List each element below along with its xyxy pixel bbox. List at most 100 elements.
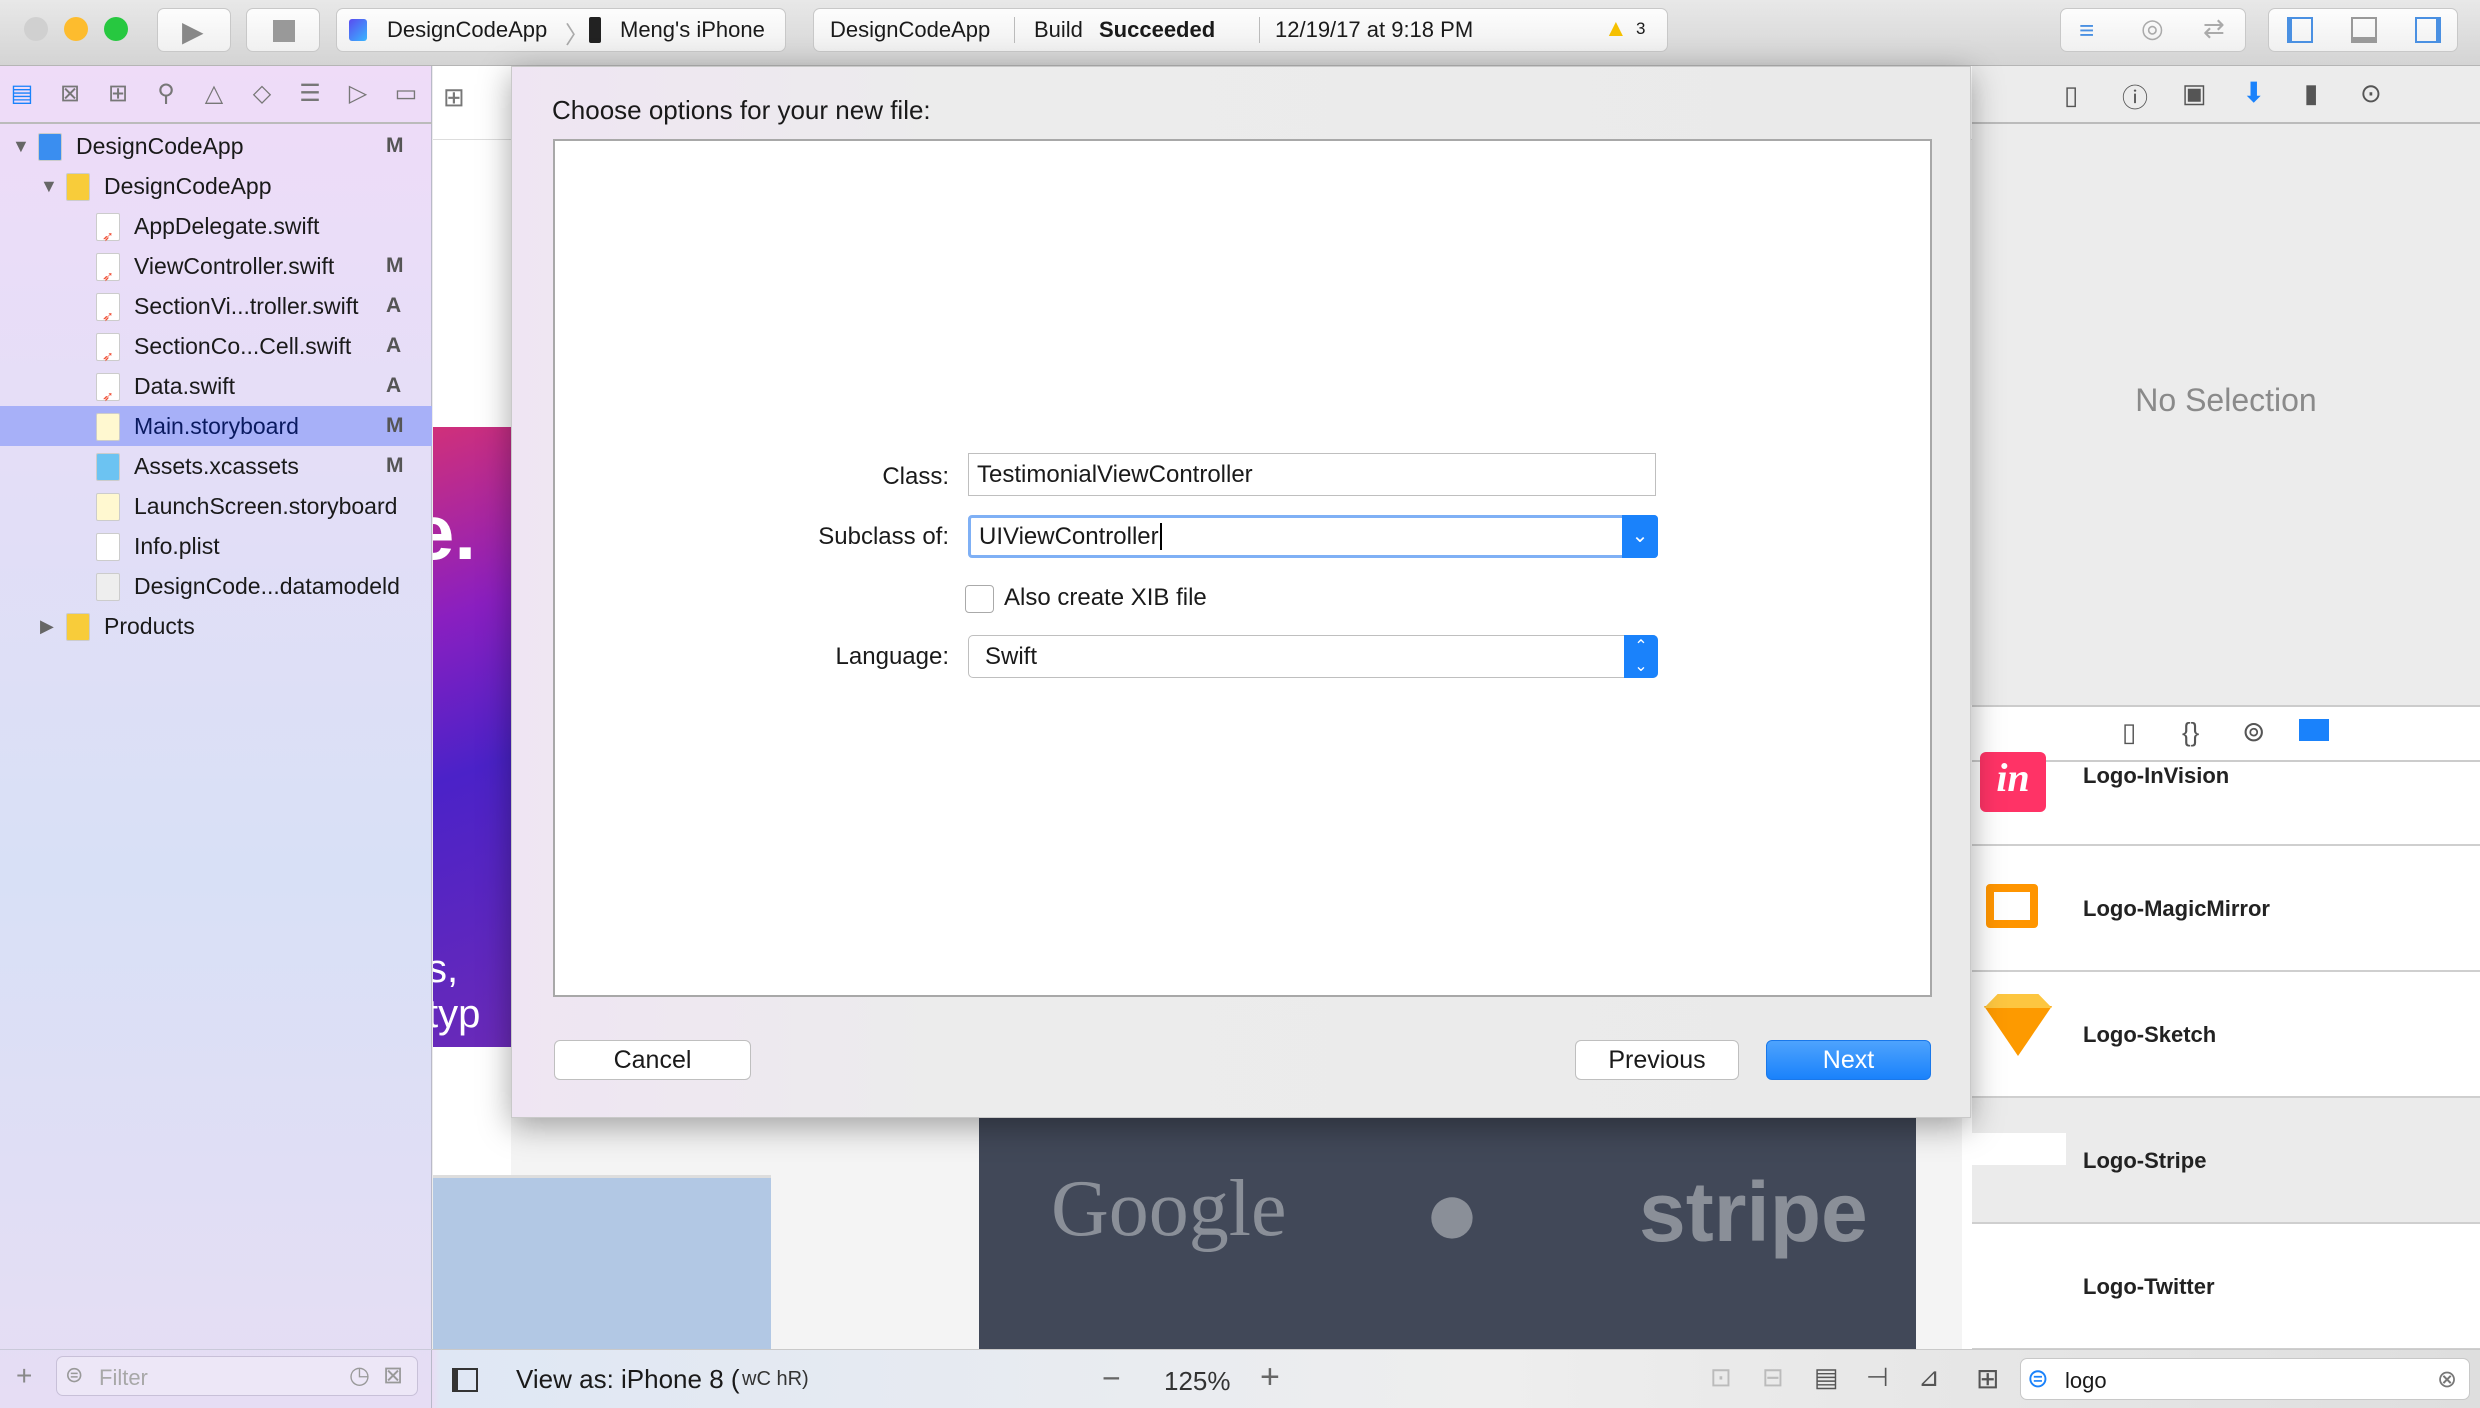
navigator-item[interactable]: ➶ ViewController.swift M	[0, 246, 432, 286]
create-xib-label[interactable]: Also create XIB file	[1004, 584, 1207, 612]
navigator-item[interactable]: Info.plist	[0, 526, 432, 566]
debug-toggle-icon[interactable]	[2351, 17, 2377, 43]
previous-button[interactable]: Previous	[1575, 1040, 1739, 1080]
navigator-item[interactable]: ▼ DesignCodeApp	[0, 166, 432, 206]
warning-icon[interactable]: △	[200, 80, 228, 108]
debug-icon[interactable]: ☰	[296, 80, 324, 108]
code-snippet-icon[interactable]: {}	[2182, 717, 2199, 748]
language-popup[interactable]: Swift ⌃ ⌄	[968, 635, 1658, 678]
close-window-button[interactable]	[24, 17, 48, 41]
library-item[interactable]: Logo-Stripe	[1972, 1098, 2480, 1224]
source-control-icon[interactable]: ⊠	[56, 80, 84, 108]
attributes-inspector-icon[interactable]: ⬇	[2242, 76, 2265, 109]
run-button[interactable]: ▶	[157, 8, 231, 52]
file-template-icon[interactable]: ▯	[2122, 717, 2136, 748]
utilities-toggle-icon[interactable]	[2415, 17, 2441, 43]
library-item-label: Logo-Twitter	[2083, 1274, 2215, 1299]
document-outline-toggle-icon[interactable]	[452, 1368, 478, 1392]
search-icon[interactable]: ⚲	[152, 80, 180, 108]
disclosure-open-icon[interactable]: ▼	[12, 126, 30, 166]
navigator-item[interactable]: Assets.xcassets M	[0, 446, 432, 486]
warning-icon[interactable]: ▲	[1604, 15, 1628, 43]
stop-button[interactable]	[246, 8, 320, 52]
filter-placeholder: Filter	[99, 1365, 148, 1390]
test-icon[interactable]: ◇	[248, 80, 276, 108]
standard-editor-icon[interactable]: ≡	[2079, 15, 2094, 46]
hierarchy-icon[interactable]: ⊞	[104, 80, 132, 108]
size-inspector-icon[interactable]: ▮	[2304, 78, 2318, 109]
scheme-selector[interactable]: DesignCodeApp 〉 Meng's iPhone	[336, 8, 786, 52]
identity-inspector-icon[interactable]: ▣	[2182, 78, 2207, 109]
next-button[interactable]: Next	[1766, 1040, 1931, 1080]
navigator-item[interactable]: DesignCode...datamodeld	[0, 566, 432, 606]
view-as-label[interactable]: View as: iPhone 8 (	[516, 1364, 740, 1395]
update-frames-icon[interactable]: ⊡	[1710, 1362, 1732, 1393]
zoom-in-icon[interactable]: +	[1260, 1358, 1280, 1397]
clear-search-icon[interactable]: ⊗	[2437, 1365, 2457, 1394]
cancel-button[interactable]: Cancel	[554, 1040, 751, 1080]
library-search-input[interactable]: ⊜ logo ⊗	[2020, 1358, 2470, 1400]
library-selector-bar: ▯ {} ⊚	[1972, 705, 2480, 762]
navigator-item-label: Info.plist	[134, 533, 220, 559]
navigator-item[interactable]: ▶ Products	[0, 606, 432, 646]
datamodel-file-icon	[96, 573, 120, 601]
editor-mode-group: ≡ ◎ ⇄	[2060, 8, 2246, 52]
disclosure-closed-icon[interactable]: ▶	[40, 606, 54, 646]
navigator-item-label: DesignCodeApp	[76, 133, 244, 159]
zoom-level[interactable]: 125%	[1164, 1366, 1231, 1397]
filter-input[interactable]: ⊜ Filter ◷ ⊠	[56, 1356, 418, 1396]
navigator-item[interactable]: ➶ SectionCo...Cell.swift A	[0, 326, 432, 366]
navigator-item-label: Data.swift	[134, 373, 235, 399]
stack-icon[interactable]: ▤	[1814, 1362, 1839, 1393]
minimize-window-button[interactable]	[64, 17, 88, 41]
embed-in-stack-icon[interactable]: ⊟	[1762, 1362, 1784, 1393]
navigator-item[interactable]: Main.storyboard M	[0, 406, 432, 446]
related-items-icon[interactable]: ⊞	[443, 82, 465, 113]
zoom-window-button[interactable]	[104, 17, 128, 41]
folder-icon[interactable]: ▤	[8, 80, 36, 108]
navigator-toggle-icon[interactable]	[2287, 17, 2313, 43]
language-label: Language:	[835, 643, 949, 670]
library-item[interactable]: Logo-MagicMirror	[1972, 846, 2480, 972]
resolve-layout-icon[interactable]: ⊿	[1918, 1362, 1940, 1393]
connections-inspector-icon[interactable]: ⊙	[2360, 78, 2382, 109]
updown-chevron-icon[interactable]: ⌃ ⌄	[1624, 635, 1658, 678]
navigator-item[interactable]: LaunchScreen.storyboard	[0, 486, 432, 526]
recent-files-icon[interactable]: ◷	[349, 1361, 370, 1390]
navigator-item[interactable]: ➶ Data.swift A	[0, 366, 432, 406]
size-class-label[interactable]: wC hR)	[742, 1368, 809, 1391]
inspector-selector-bar: ▯ ⓘ ▣ ⬇ ▮ ⊙	[1972, 66, 2480, 124]
warning-count[interactable]: 3	[1636, 19, 1645, 39]
navigator-item-label: Products	[104, 613, 195, 639]
version-editor-icon[interactable]: ⇄	[2203, 13, 2225, 44]
library-item[interactable]: Logo-Sketch	[1972, 972, 2480, 1098]
source-control-filter-icon[interactable]: ⊠	[383, 1361, 403, 1390]
assistant-editor-icon[interactable]: ◎	[2141, 13, 2164, 44]
chevron-down-icon[interactable]: ⌄	[1622, 515, 1658, 558]
breakpoint-icon[interactable]: ▷	[344, 80, 372, 108]
media-library-icon[interactable]	[2299, 719, 2329, 741]
disclosure-open-icon[interactable]: ▼	[40, 166, 58, 206]
sheet-title: Choose options for your new file:	[552, 95, 931, 125]
create-xib-checkbox[interactable]	[965, 585, 994, 613]
source-control-status: M	[386, 254, 404, 277]
library-item[interactable]: Logo-Twitter	[1972, 1224, 2480, 1350]
grid-view-icon[interactable]: ⊞	[1976, 1362, 1999, 1395]
object-library-icon[interactable]: ⊚	[2242, 715, 2265, 748]
subclass-label: Subclass of:	[818, 523, 949, 550]
navigator-item[interactable]: ➶ SectionVi...troller.swift A	[0, 286, 432, 326]
status-time: 12/19/17 at 9:18 PM	[1275, 17, 1474, 42]
report-icon[interactable]: ▭	[392, 80, 420, 108]
help-icon[interactable]: ⓘ	[2122, 78, 2148, 115]
subclass-combobox[interactable]: UIViewController ⌄	[968, 515, 1658, 558]
file-inspector-icon[interactable]: ▯	[2064, 80, 2078, 111]
chevron-right-icon: 〉	[565, 22, 589, 49]
library-item[interactable]: in Logo-InVision	[1972, 752, 2480, 846]
library-item-label: Logo-MagicMirror	[2083, 896, 2270, 921]
align-icon[interactable]: ⊣	[1866, 1362, 1889, 1393]
navigator-item[interactable]: ➶ AppDelegate.swift	[0, 206, 432, 246]
class-name-input[interactable]: TestimonialViewController	[968, 453, 1656, 496]
add-icon[interactable]: +	[16, 1360, 32, 1392]
navigator-item[interactable]: ▼ DesignCodeApp M	[0, 126, 432, 166]
zoom-out-icon[interactable]: −	[1102, 1360, 1121, 1397]
